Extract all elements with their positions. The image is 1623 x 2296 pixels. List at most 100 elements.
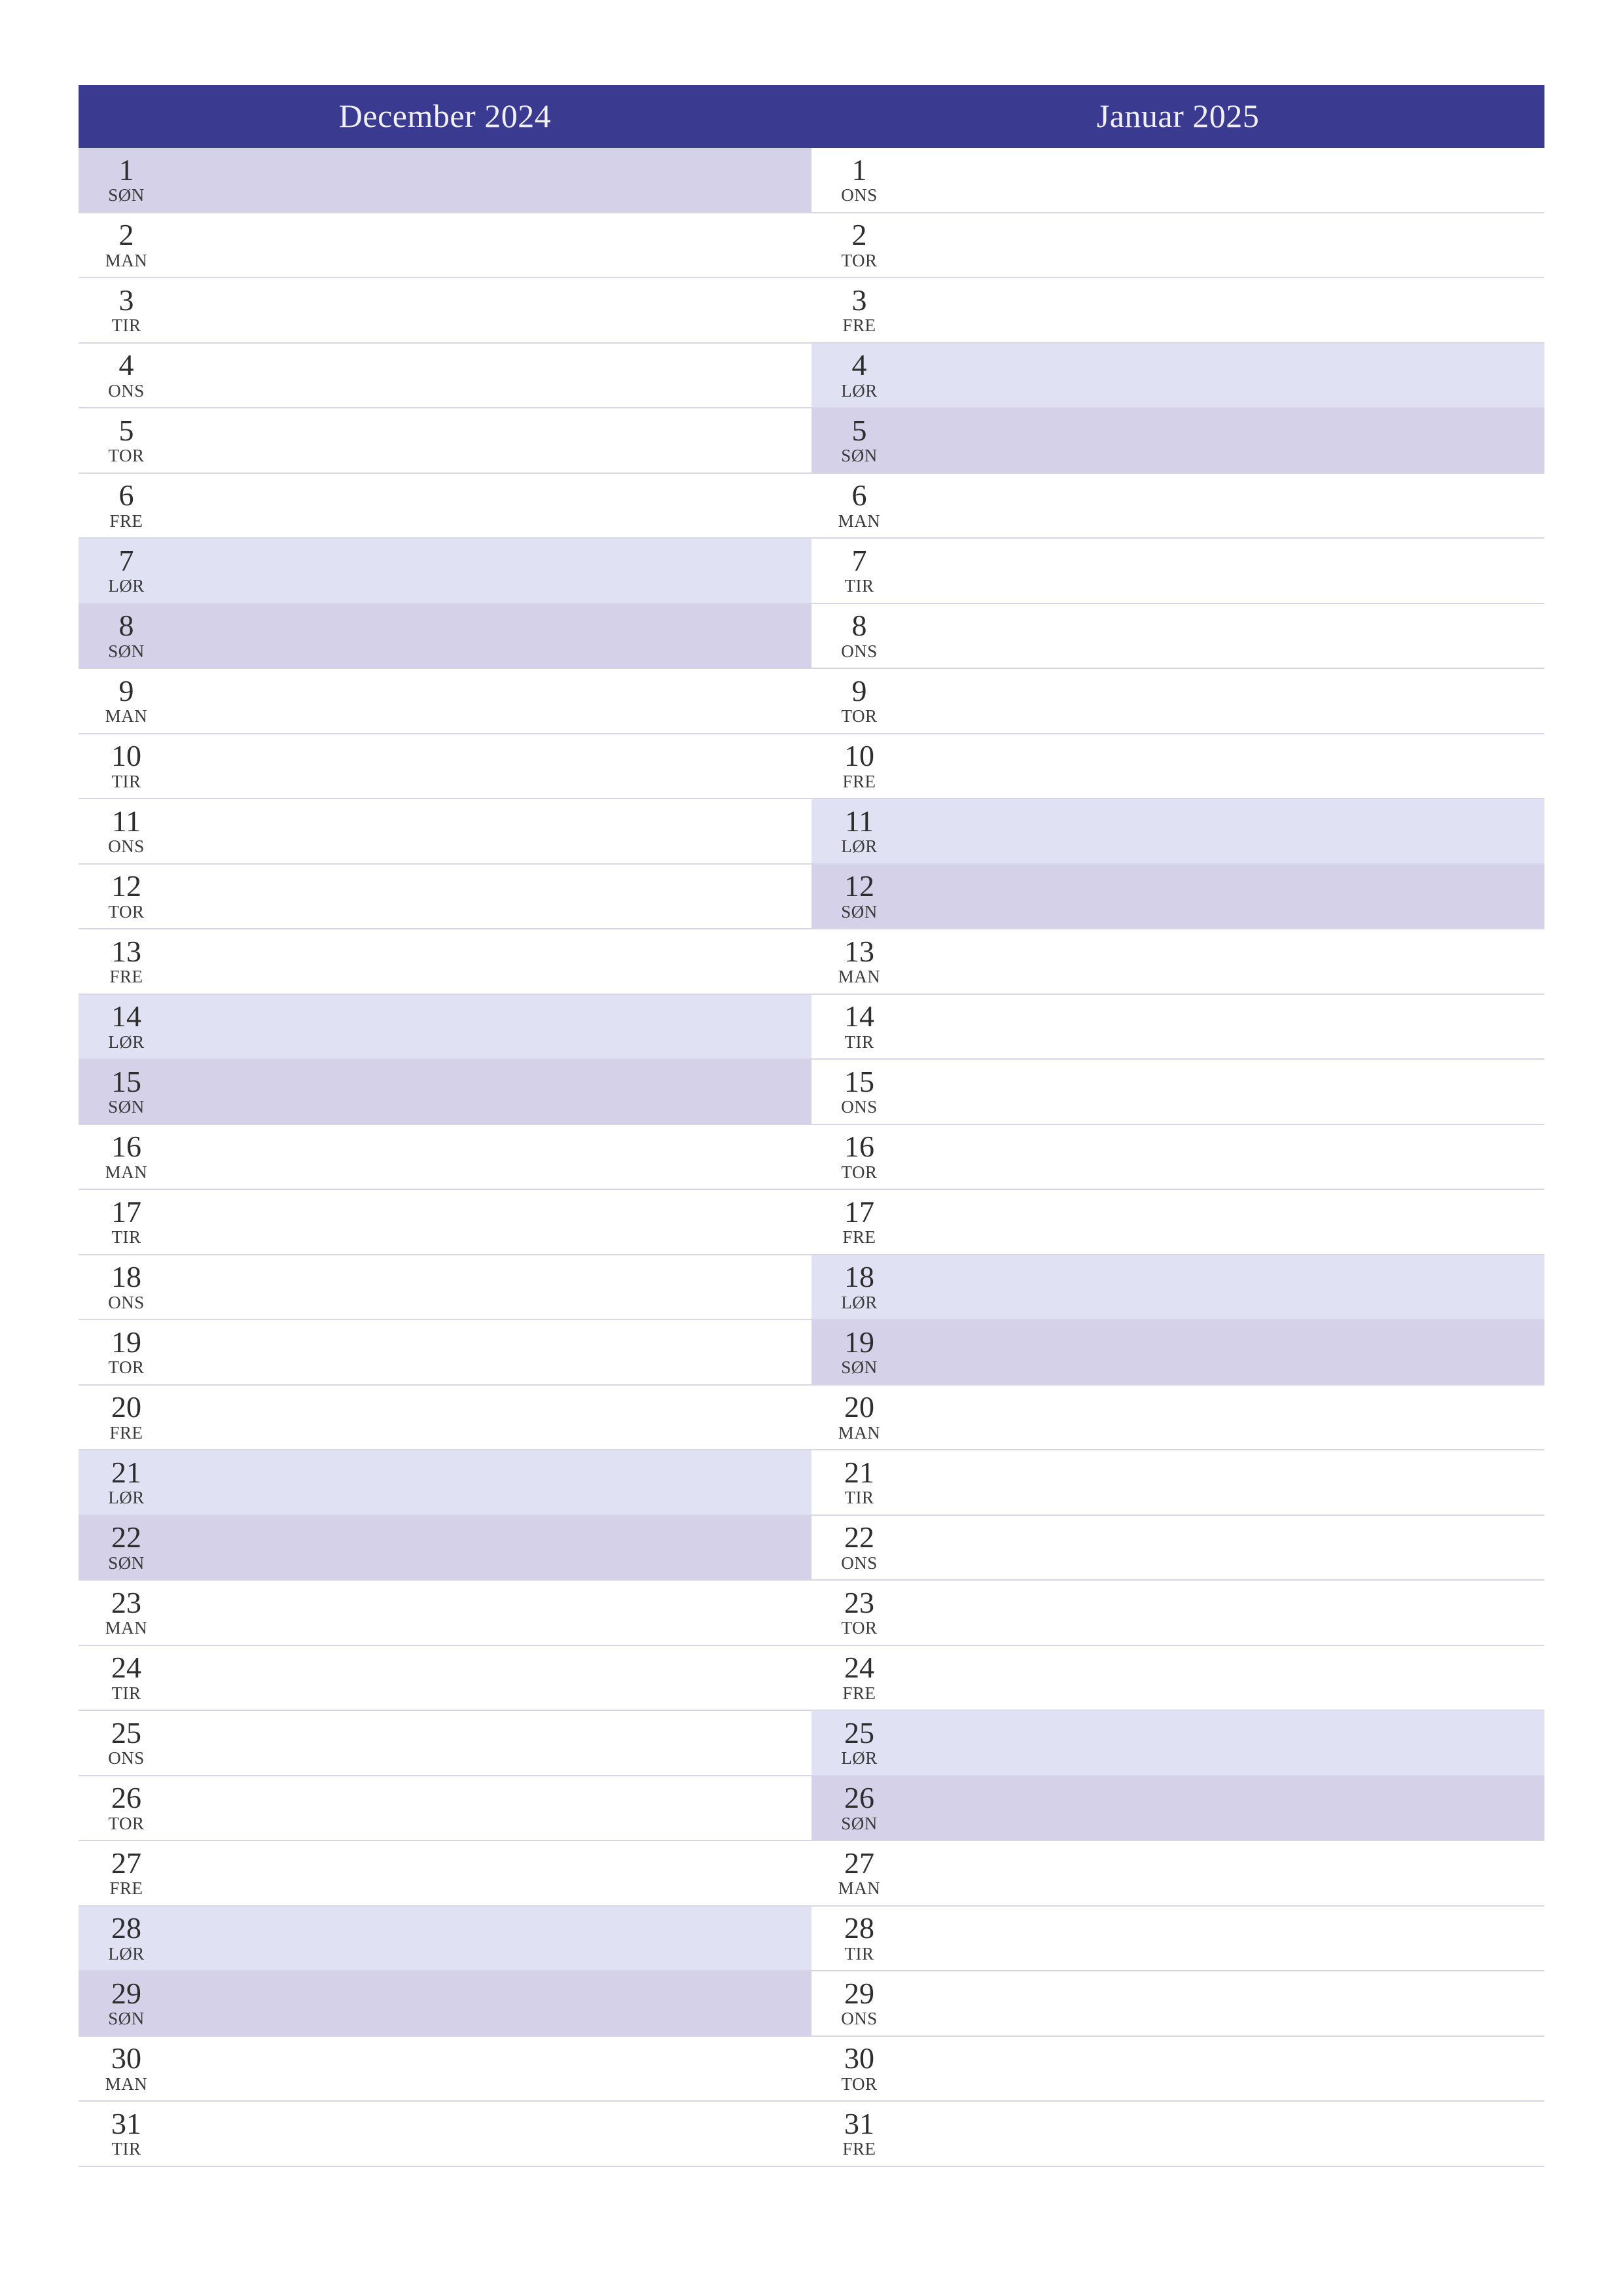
day-row: 19SØN (812, 1320, 1544, 1386)
day-number: 18 (90, 1261, 162, 1293)
day-row: 10FRE (812, 734, 1544, 800)
day-number: 4 (823, 350, 895, 381)
day-note-area (897, 408, 1544, 473)
day-label: 12SØN (812, 865, 897, 929)
day-note-area (897, 1776, 1544, 1840)
day-note-area (897, 669, 1544, 733)
day-label: 30TOR (812, 2037, 897, 2101)
day-number: 2 (90, 219, 162, 251)
day-number: 27 (90, 1848, 162, 1879)
day-weekday-abbr: MAN (90, 707, 162, 726)
day-label: 31TIR (79, 2102, 164, 2166)
day-weekday-abbr: LØR (823, 1293, 895, 1313)
day-note-area (164, 408, 812, 473)
day-weekday-abbr: TIR (823, 1488, 895, 1508)
day-number: 8 (90, 610, 162, 641)
day-row: 27MAN (812, 1841, 1544, 1907)
day-number: 13 (90, 936, 162, 967)
day-number: 25 (90, 1717, 162, 1749)
day-label: 14TIR (812, 995, 897, 1059)
day-weekday-abbr: TIR (90, 1228, 162, 1247)
day-row: 25ONS (79, 1711, 812, 1776)
day-note-area (897, 1190, 1544, 1254)
day-weekday-abbr: ONS (823, 1098, 895, 1117)
day-weekday-abbr: LØR (823, 1749, 895, 1768)
day-row: 5SØN (812, 408, 1544, 474)
day-label: 21LØR (79, 1450, 164, 1515)
day-weekday-abbr: TOR (90, 1814, 162, 1834)
day-number: 28 (90, 1912, 162, 1944)
day-note-area (164, 1320, 812, 1384)
day-label: 13MAN (812, 929, 897, 994)
day-weekday-abbr: SØN (823, 903, 895, 922)
day-label: 9MAN (79, 669, 164, 733)
day-label: 16TOR (812, 1125, 897, 1189)
day-row: 22ONS (812, 1516, 1544, 1581)
day-row: 7TIR (812, 539, 1544, 604)
day-label: 3FRE (812, 278, 897, 342)
day-weekday-abbr: ONS (823, 186, 895, 206)
day-weekday-abbr: TOR (823, 2075, 895, 2094)
day-weekday-abbr: TIR (90, 2140, 162, 2159)
day-row: 18ONS (79, 1255, 812, 1321)
day-row: 8ONS (812, 604, 1544, 670)
day-note-area (164, 929, 812, 994)
day-number: 21 (823, 1457, 895, 1488)
day-row: 27FRE (79, 1841, 812, 1907)
day-number: 31 (823, 2108, 895, 2140)
day-label: 24FRE (812, 1646, 897, 1710)
day-note-area (897, 1386, 1544, 1450)
day-weekday-abbr: TIR (90, 772, 162, 792)
day-label: 8SØN (79, 604, 164, 668)
day-weekday-abbr: TOR (823, 1163, 895, 1183)
day-note-area (164, 2102, 812, 2166)
day-weekday-abbr: MAN (823, 1424, 895, 1443)
day-label: 17FRE (812, 1190, 897, 1254)
day-number: 2 (823, 219, 895, 251)
day-row: 21TIR (812, 1450, 1544, 1516)
day-number: 3 (823, 285, 895, 316)
day-number: 13 (823, 936, 895, 967)
day-number: 29 (90, 1978, 162, 2009)
day-label: 22SØN (79, 1516, 164, 1580)
day-number: 8 (823, 610, 895, 641)
day-row: 7LØR (79, 539, 812, 604)
day-number: 12 (90, 870, 162, 902)
day-number: 7 (90, 545, 162, 577)
day-note-area (164, 865, 812, 929)
day-note-area (897, 1125, 1544, 1189)
day-row: 2MAN (79, 213, 812, 279)
day-label: 7LØR (79, 539, 164, 603)
day-weekday-abbr: MAN (823, 1879, 895, 1899)
day-label: 28TIR (812, 1907, 897, 1971)
day-row: 10TIR (79, 734, 812, 800)
day-weekday-abbr: LØR (90, 1488, 162, 1508)
day-row: 30MAN (79, 2037, 812, 2102)
day-row: 1SØN (79, 148, 812, 213)
day-row: 14TIR (812, 995, 1544, 1060)
day-note-area (897, 929, 1544, 994)
month-column-december: December 2024 1SØN2MAN3TIR4ONS5TOR6FRE7L… (79, 85, 812, 2167)
day-weekday-abbr: SØN (90, 2009, 162, 2029)
day-label: 2TOR (812, 213, 897, 278)
day-number: 5 (90, 415, 162, 446)
day-weekday-abbr: MAN (823, 967, 895, 987)
day-label: 31FRE (812, 2102, 897, 2166)
day-label: 21TIR (812, 1450, 897, 1515)
day-number: 25 (823, 1717, 895, 1749)
day-number: 19 (823, 1327, 895, 1358)
day-label: 7TIR (812, 539, 897, 603)
day-note-area (164, 1125, 812, 1189)
day-note-area (164, 1060, 812, 1124)
day-row: 19TOR (79, 1320, 812, 1386)
day-note-area (897, 799, 1544, 863)
day-number: 7 (823, 545, 895, 577)
day-number: 30 (90, 2043, 162, 2074)
day-row: 20MAN (812, 1386, 1544, 1451)
day-note-area (897, 1841, 1544, 1905)
day-label: 11ONS (79, 799, 164, 863)
day-row: 8SØN (79, 604, 812, 670)
day-row: 13FRE (79, 929, 812, 995)
day-number: 23 (90, 1587, 162, 1619)
day-label: 8ONS (812, 604, 897, 668)
